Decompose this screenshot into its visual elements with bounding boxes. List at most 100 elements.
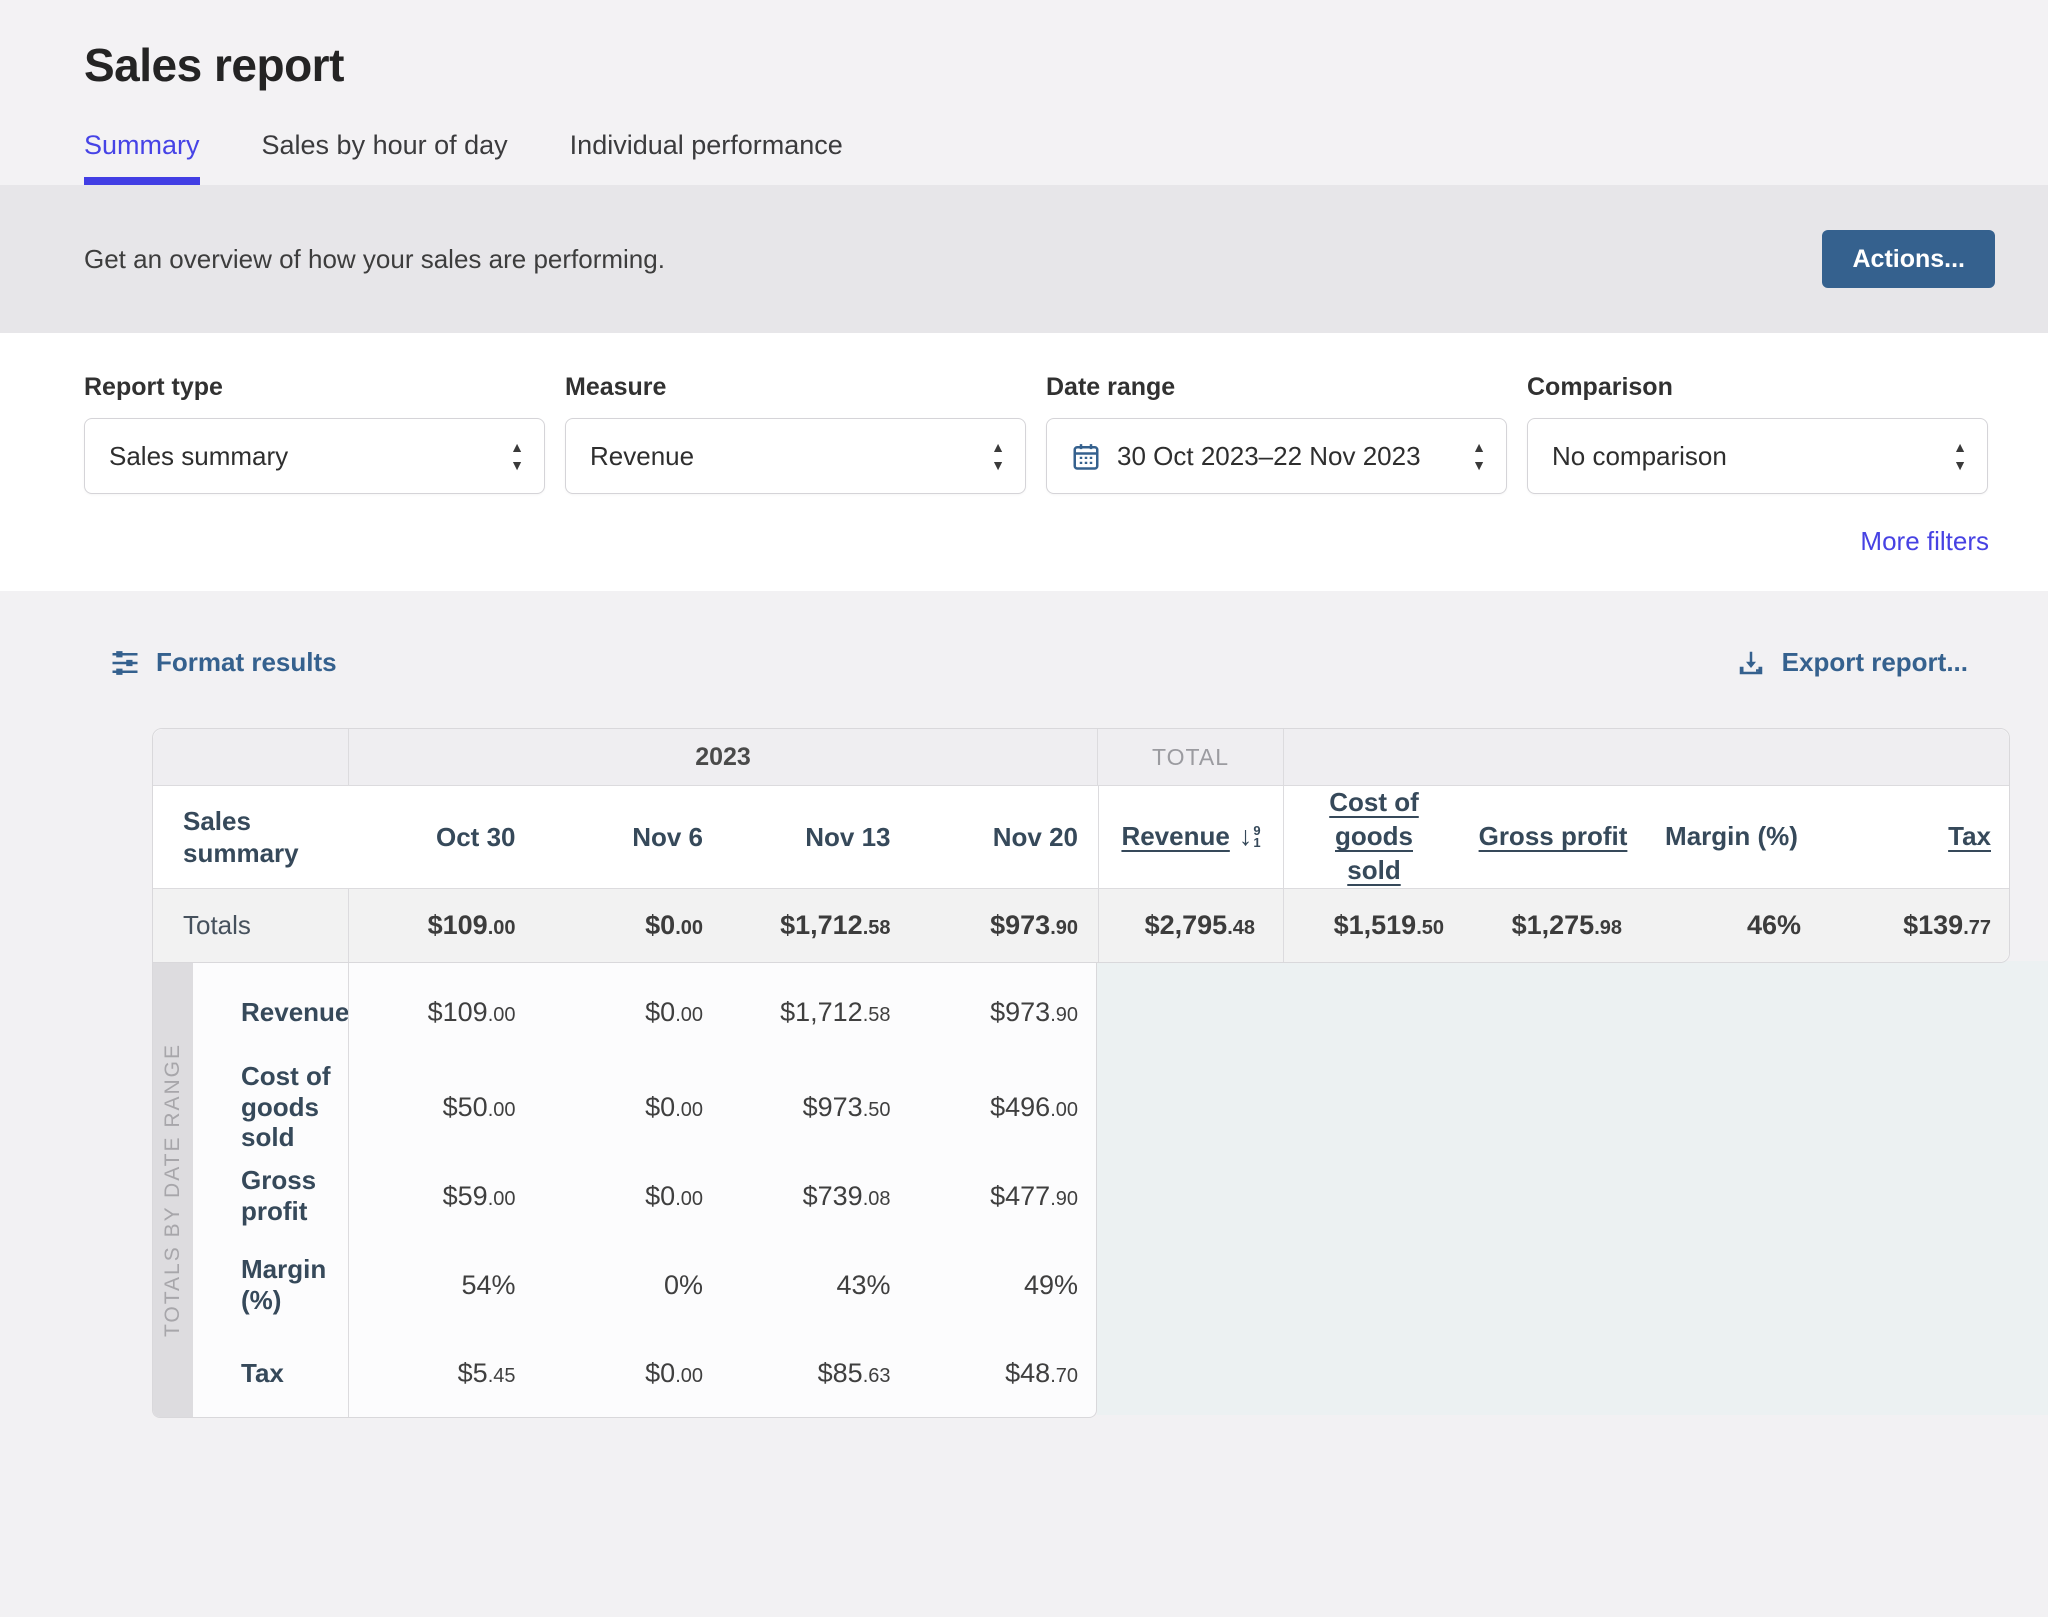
cell-value: $85.63	[723, 1329, 911, 1417]
row-label: Gross profit	[193, 1151, 348, 1241]
row-label: Cost of goods sold	[193, 1061, 348, 1153]
select-spinner-icon: ▲▼	[1953, 442, 1967, 470]
tab-individual-performance[interactable]: Individual performance	[570, 130, 843, 185]
tab-bar: Summary Sales by hour of day Individual …	[84, 130, 1964, 185]
comparison-select[interactable]: No comparison ▲▼	[1527, 418, 1988, 494]
column-header-row: Sales summary Oct 30 Nov 6 Nov 13 Nov 20…	[153, 786, 2009, 889]
side-strip-label: TOTALS BY DATE RANGE	[161, 1043, 185, 1337]
results-section: Format results Export report... 2023 TOT…	[0, 591, 2048, 1617]
total-gross-profit: $1,275.98	[1464, 889, 1642, 962]
cell-value: 54%	[348, 1241, 536, 1329]
select-spinner-icon: ▲▼	[991, 442, 1005, 470]
cell-value: $1,712.58	[723, 963, 911, 1061]
select-spinner-icon: ▲▼	[510, 442, 524, 470]
comparison-label: Comparison	[1527, 373, 1988, 402]
cell-value: $477.90	[911, 1151, 1098, 1241]
filter-date-range: Date range 30 Oct 2023–22 Nov 2023 ▲▼	[1046, 373, 1507, 494]
cell-value: $739.08	[723, 1151, 911, 1241]
totals-nov-13: $1,712.58	[723, 889, 911, 962]
download-icon	[1736, 648, 1766, 678]
total-margin: 46%	[1642, 889, 1821, 962]
sales-report-page: Sales report Summary Sales by hour of da…	[0, 0, 2048, 1617]
table-background-band	[1097, 961, 2048, 1415]
report-table: 2023 TOTAL Sales summary Oct 30 Nov 6 No…	[0, 728, 2048, 1415]
cell-value: $0.00	[536, 1329, 724, 1417]
row-label: Revenue	[193, 963, 348, 1061]
format-results-button[interactable]: Format results	[110, 647, 337, 678]
side-strip: TOTALS BY DATE RANGE	[153, 963, 193, 1417]
column-header-cost-of-goods-sold[interactable]: Cost of goods sold	[1284, 786, 1464, 888]
gross-profit-header-label: Gross profit	[1479, 820, 1628, 854]
margin-header-label: Margin (%)	[1665, 820, 1798, 854]
cell-value: $0.00	[536, 963, 724, 1061]
column-header-revenue-sort[interactable]: Revenue ↓ 91	[1098, 786, 1284, 888]
cell-value: $50.00	[348, 1061, 536, 1153]
column-header-nov-13: Nov 13	[723, 786, 911, 888]
cell-value: $973.50	[723, 1061, 911, 1153]
report-type-select[interactable]: Sales summary ▲▼	[84, 418, 545, 494]
measure-value: Revenue	[590, 441, 991, 472]
comparison-value: No comparison	[1552, 441, 1953, 472]
column-header-gross-profit[interactable]: Gross profit	[1464, 786, 1642, 888]
totals-row-label: Totals	[153, 889, 348, 962]
column-header-oct-30: Oct 30	[348, 786, 536, 888]
cell-value: $109.00	[348, 963, 536, 1061]
report-type-value: Sales summary	[109, 441, 510, 472]
group-corner-cell	[153, 729, 348, 785]
revenue-header-label: Revenue	[1121, 820, 1229, 854]
column-header-tax[interactable]: Tax	[1821, 786, 2011, 888]
report-table-card: 2023 TOTAL Sales summary Oct 30 Nov 6 No…	[152, 728, 2010, 963]
table-row-revenue: Revenue $109.00 $0.00 $1,712.58 $973.90	[193, 963, 1097, 1061]
table-row-cost-of-goods-sold: Cost of goods sold $50.00 $0.00 $973.50 …	[193, 1061, 1097, 1151]
totals-by-date-range-section: TOTALS BY DATE RANGE Revenue $109.00 $0.…	[152, 963, 1097, 1418]
table-row-tax: Tax $5.45 $0.00 $85.63 $48.70	[193, 1329, 1097, 1417]
measure-select[interactable]: Revenue ▲▼	[565, 418, 1026, 494]
column-header-margin[interactable]: Margin (%)	[1642, 786, 1821, 888]
results-toolbar: Format results Export report...	[0, 591, 2048, 678]
row-label: Tax	[193, 1329, 348, 1417]
totals-nov-6: $0.00	[536, 889, 724, 962]
totals-row: Totals $109.00 $0.00 $1,712.58 $973.90 $…	[153, 889, 2009, 962]
cell-value: 49%	[911, 1241, 1098, 1329]
date-range-value: 30 Oct 2023–22 Nov 2023	[1117, 441, 1472, 472]
sort-descending-icon: ↓ 91	[1239, 819, 1261, 854]
tab-summary[interactable]: Summary	[84, 130, 200, 185]
page-header: Sales report Summary Sales by hour of da…	[0, 0, 2048, 185]
tax-header-label: Tax	[1948, 820, 1991, 854]
cell-value: 43%	[723, 1241, 911, 1329]
total-group-header: TOTAL	[1098, 729, 1284, 785]
total-tax: $139.77	[1821, 889, 2011, 962]
format-results-label: Format results	[156, 647, 337, 678]
cell-value: $0.00	[536, 1151, 724, 1241]
report-type-label: Report type	[84, 373, 545, 402]
cell-value: $0.00	[536, 1061, 724, 1153]
cell-value: $48.70	[911, 1329, 1098, 1417]
cell-value: $5.45	[348, 1329, 536, 1417]
export-report-button[interactable]: Export report...	[1736, 647, 1968, 678]
date-range-label: Date range	[1046, 373, 1507, 402]
tab-sales-by-hour-of-day[interactable]: Sales by hour of day	[262, 130, 508, 185]
more-filters-link[interactable]: More filters	[84, 526, 1989, 557]
group-header-row: 2023 TOTAL	[153, 729, 2009, 786]
overview-bar: Get an overview of how your sales are pe…	[0, 185, 2048, 333]
page-title: Sales report	[84, 38, 1964, 92]
total-revenue: $2,795.48	[1098, 889, 1284, 962]
filters-section: Report type Sales summary ▲▼ Measure Rev…	[0, 333, 2048, 591]
totals-oct-30: $109.00	[348, 889, 536, 962]
export-report-label: Export report...	[1782, 647, 1968, 678]
select-spinner-icon: ▲▼	[1472, 442, 1486, 470]
filter-measure: Measure Revenue ▲▼	[565, 373, 1026, 494]
table-row-gross-profit: Gross profit $59.00 $0.00 $739.08 $477.9…	[193, 1151, 1097, 1241]
column-header-nov-20: Nov 20	[911, 786, 1099, 888]
corner-header: Sales summary	[153, 786, 348, 888]
date-range-select[interactable]: 30 Oct 2023–22 Nov 2023 ▲▼	[1046, 418, 1507, 494]
column-header-nov-6: Nov 6	[536, 786, 724, 888]
row-label: Margin (%)	[193, 1241, 331, 1329]
cell-value: $496.00	[911, 1061, 1098, 1153]
sliders-icon	[110, 648, 140, 678]
cell-value: $59.00	[348, 1151, 536, 1241]
filter-comparison: Comparison No comparison ▲▼	[1527, 373, 1988, 494]
actions-button[interactable]: Actions...	[1822, 230, 1995, 288]
total-cost-of-goods-sold: $1,519.50	[1284, 889, 1464, 962]
cell-value: $973.90	[911, 963, 1098, 1061]
